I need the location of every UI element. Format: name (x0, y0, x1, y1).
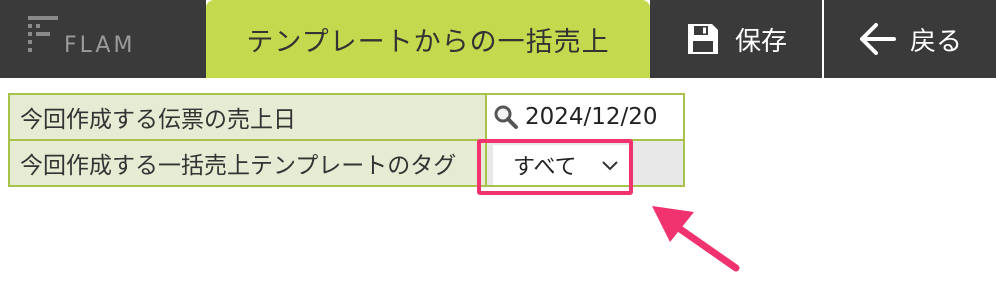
back-label: 戻る (909, 26, 962, 57)
flam-logo: FLAM (0, 0, 206, 78)
sales-date-cell[interactable]: 2024/12/20 (485, 93, 685, 141)
sales-date-label: 今回作成する伝票の売上日 (8, 93, 487, 141)
back-button[interactable]: 戻る (824, 0, 996, 78)
save-button[interactable]: 保存 (650, 0, 822, 78)
pointer-arrow-icon (652, 206, 740, 272)
page-title-tab: テンプレートからの一括売上 (206, 0, 650, 78)
search-icon[interactable] (493, 104, 519, 130)
save-icon (687, 24, 718, 54)
save-label: 保存 (734, 26, 787, 57)
table-row: 今回作成する伝票の売上日 2024/12/20 (8, 93, 685, 141)
flam-logo-icon: FLAM (28, 16, 135, 56)
sales-date-value: 2024/12/20 (525, 104, 658, 130)
template-tag-label: 今回作成する一括売上テンプレートのタグ (8, 139, 487, 187)
sales-date-field[interactable]: 2024/12/20 (487, 95, 683, 139)
back-arrow-icon (859, 23, 896, 55)
highlight-box (477, 139, 633, 195)
page-title: テンプレートからの一括売上 (246, 26, 610, 58)
logo-text: FLAM (64, 33, 135, 56)
top-bar: FLAM テンプレートからの一括売上 保存 戻る (0, 0, 996, 78)
